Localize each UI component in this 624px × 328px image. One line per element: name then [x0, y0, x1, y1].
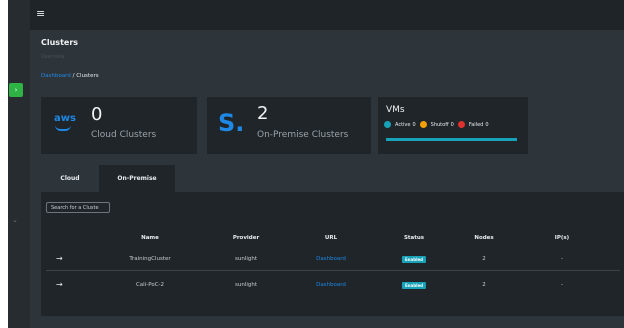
- cluster-ips: -: [561, 256, 563, 262]
- header-provider: Provider: [232, 235, 260, 241]
- failed-count: 0: [485, 121, 489, 128]
- cloud-clusters-label: Cloud Clusters: [91, 130, 157, 140]
- header-nodes: Nodes: [474, 235, 494, 241]
- dashboard-link[interactable]: Dashboard: [316, 282, 346, 288]
- failed-dot: [457, 121, 465, 128]
- tab-onprem[interactable]: On-Premise: [99, 165, 175, 192]
- sidebar-toggle-button[interactable]: ›: [9, 83, 23, 97]
- onprem-clusters-count: 2: [257, 103, 269, 124]
- sunlight-logo: S.: [218, 109, 245, 137]
- main-content: Clusters Overview Dashboard / Clusters a…: [30, 30, 624, 328]
- page-subtitle: Overview: [41, 54, 65, 60]
- breadcrumb-separator: /: [72, 73, 75, 79]
- active-count: 0: [412, 121, 416, 128]
- cluster-provider: sunlight: [234, 256, 258, 262]
- dashboard-link[interactable]: Dashboard: [316, 256, 346, 262]
- header-status: Status: [403, 235, 425, 241]
- search-input[interactable]: Search for a Cluste: [46, 202, 110, 213]
- expand-arrow-icon[interactable]: →: [56, 280, 63, 289]
- breadcrumb: Dashboard / Clusters: [41, 73, 99, 79]
- top-bar: ≡: [30, 0, 624, 30]
- cluster-nodes: 2: [482, 282, 486, 288]
- table-row: → TrainingCluster sunlight Dashboard Ena…: [46, 250, 620, 271]
- cluster-provider: sunlight: [234, 282, 258, 288]
- expand-arrow-icon[interactable]: →: [56, 254, 63, 263]
- onprem-clusters-card: S. 2 On-Premise Clusters: [207, 97, 371, 154]
- table-row: → Cali-PoC-2 sunlight Dashboard Enabled …: [46, 276, 620, 296]
- header-name: Name: [141, 235, 159, 241]
- shutoff-label: Shutoff: [430, 121, 449, 128]
- shutoff-dot: [419, 121, 427, 128]
- aws-logo: aws: [54, 113, 76, 124]
- chevron-right-icon: ›: [14, 86, 18, 94]
- header-ips: IP(s): [554, 235, 570, 241]
- sidebar: › ⌄: [8, 0, 30, 328]
- breadcrumb-dashboard-link[interactable]: Dashboard: [41, 73, 71, 79]
- status-badge: Enabled: [401, 282, 427, 289]
- breadcrumb-current: Clusters: [76, 73, 99, 79]
- chevron-down-icon[interactable]: ⌄: [12, 216, 18, 224]
- shutoff-count: 0: [450, 121, 454, 128]
- vms-card: VMs Active 0 Shutoff 0 Failed 0: [378, 97, 528, 154]
- onprem-clusters-label: On-Premise Clusters: [257, 130, 349, 140]
- cluster-name: Cali-PoC-2: [135, 282, 165, 288]
- vms-progress-fill: [386, 138, 517, 141]
- vms-progress-bar: [386, 138, 517, 141]
- aws-logo-smile: [55, 125, 71, 131]
- cluster-nodes: 2: [482, 256, 486, 262]
- cluster-name: TrainingCluster: [129, 256, 171, 262]
- vms-title: VMs: [386, 105, 405, 115]
- active-label: Active: [395, 121, 411, 128]
- status-badge: Enabled: [401, 256, 427, 263]
- cloud-clusters-count: 0: [91, 104, 103, 125]
- clusters-table-panel: Search for a Cluste Name Provider URL St…: [41, 192, 624, 316]
- cloud-clusters-card: aws 0 Cloud Clusters: [41, 97, 197, 154]
- tab-cloud[interactable]: Cloud: [41, 165, 99, 192]
- page-title: Clusters: [41, 38, 79, 47]
- header-url: URL: [324, 235, 338, 241]
- active-dot: [384, 121, 391, 128]
- vms-legend: Active 0 Shutoff 0 Failed 0: [384, 121, 489, 128]
- hamburger-icon[interactable]: ≡: [36, 7, 45, 20]
- left-edge: [0, 0, 8, 328]
- cluster-ips: -: [561, 282, 563, 288]
- failed-label: Failed: [468, 121, 484, 128]
